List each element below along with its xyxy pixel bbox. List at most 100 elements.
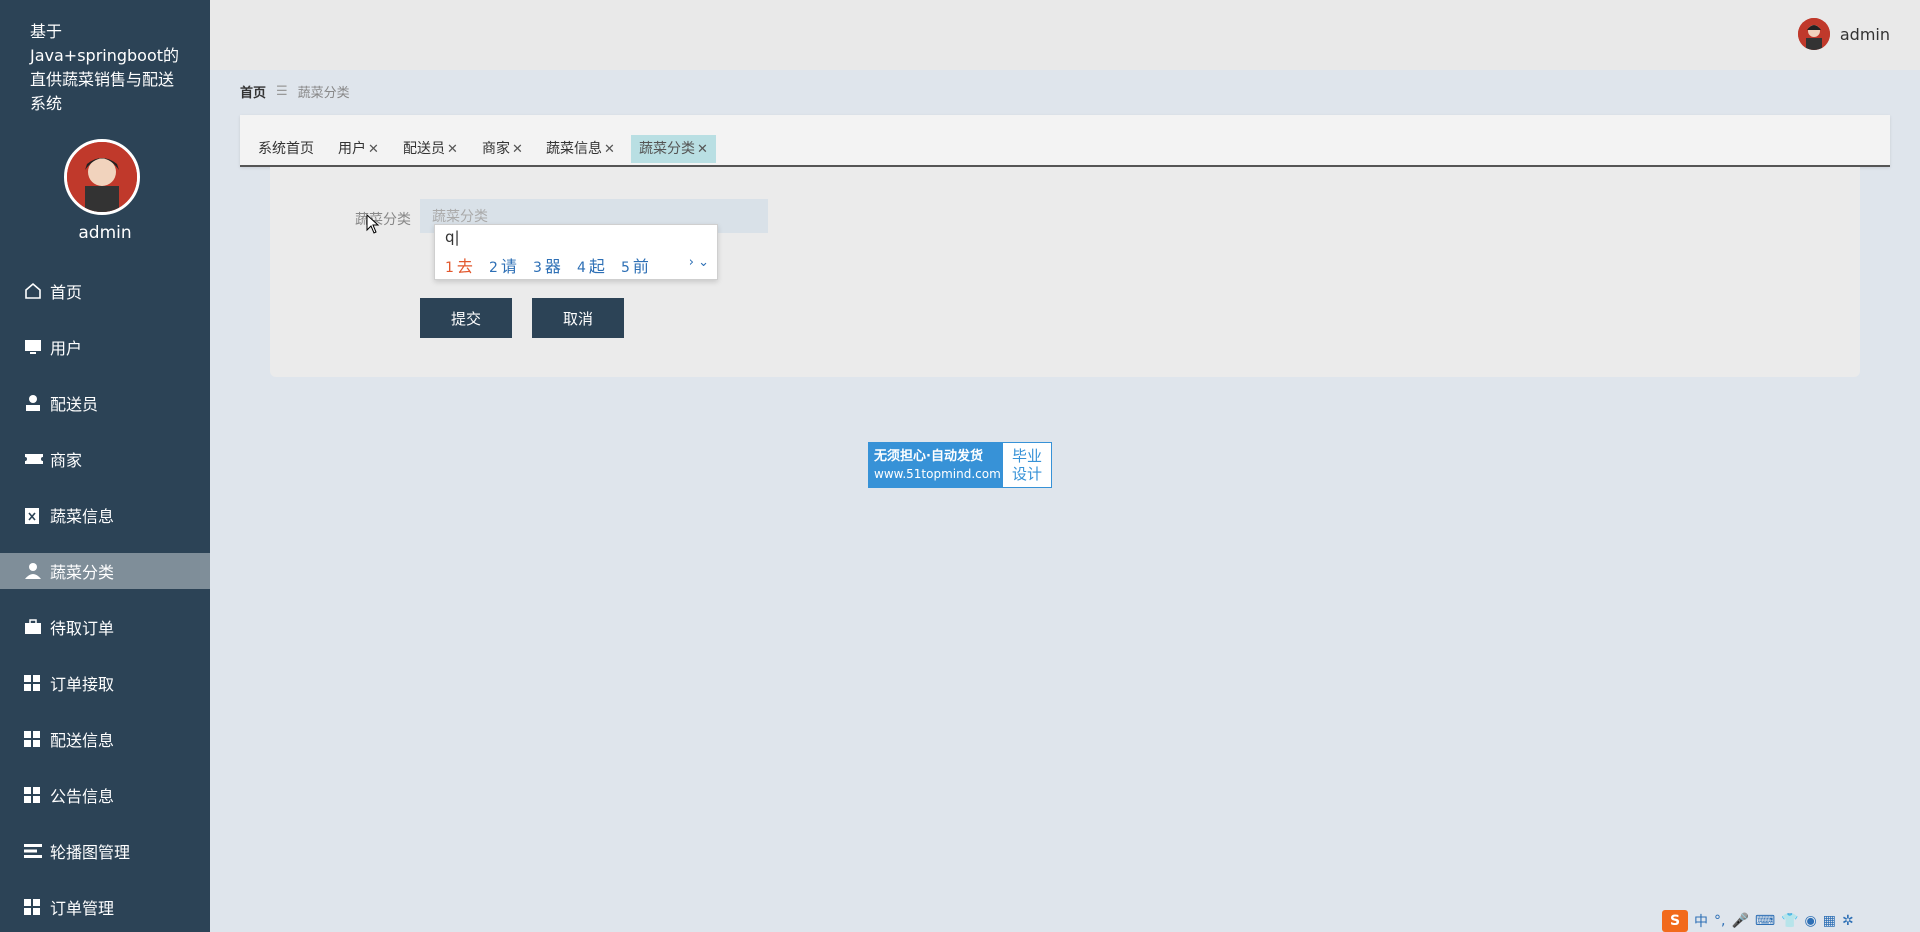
user-menu[interactable]: admin	[1797, 18, 1890, 50]
punctuation-icon[interactable]: °,	[1714, 913, 1725, 929]
sidebar-item-label: 待取订单	[50, 619, 115, 638]
grid-icon	[24, 673, 46, 693]
tab-couriers[interactable]: 配送员 ✕	[395, 135, 466, 163]
ticket-icon	[24, 449, 46, 469]
user-icon	[24, 393, 46, 413]
sidebar-item-label: 首页	[50, 283, 83, 302]
candidate-text: 去	[456, 257, 473, 276]
sidebar-item-label: 公告信息	[50, 787, 115, 806]
tab-label: 配送员	[403, 141, 445, 157]
close-icon[interactable]: ✕	[604, 142, 615, 157]
tab-bar: 系统首页 用户 ✕ 配送员 ✕ 商家 ✕ 蔬菜信息 ✕ 蔬菜分类 ✕	[240, 115, 1890, 167]
ime-composition-text: q	[445, 228, 455, 246]
ime-candidate[interactable]: 1去	[445, 253, 473, 277]
candidate-text: 起	[588, 257, 605, 276]
tab-label: 用户	[338, 141, 366, 157]
watermark-right: 毕业 设计	[1003, 443, 1051, 487]
close-icon[interactable]: ✕	[697, 142, 708, 157]
close-icon[interactable]: ✕	[512, 142, 523, 157]
tab-label: 蔬菜分类	[639, 141, 695, 157]
language-toggle[interactable]: 中	[1694, 911, 1708, 931]
sidebar-item-label: 轮播图管理	[50, 843, 131, 862]
ime-page-arrows[interactable]: › ⌄	[689, 255, 709, 270]
sidebar-item-delivery-info[interactable]: 配送信息	[0, 711, 210, 767]
toolbox-icon[interactable]: ▦	[1823, 913, 1836, 929]
watermark-line2: www.51topmind.com	[874, 467, 1001, 481]
tab-label: 商家	[482, 141, 510, 157]
mouse-cursor-icon	[366, 214, 380, 234]
sidebar-item-label: 用户	[50, 339, 83, 358]
sidebar-item-users[interactable]: 用户	[0, 319, 210, 375]
close-icon[interactable]: ✕	[368, 142, 379, 157]
chevron-right-icon[interactable]: ›	[689, 255, 694, 270]
sogou-logo-icon[interactable]: S	[1662, 910, 1688, 932]
sidebar-item-merchants[interactable]: 商家	[0, 431, 210, 487]
sidebar-item-home[interactable]: 首页	[0, 263, 210, 319]
sidebar-item-vegetable-info[interactable]: 蔬菜信息	[0, 487, 210, 543]
sidebar-item-label: 配送信息	[50, 731, 115, 750]
sidebar: 基于Java+springboot的直供蔬菜销售与配送系统 admin 首页 用…	[0, 0, 210, 932]
candidate-index: 3	[533, 260, 542, 276]
tab-label: 系统首页	[258, 141, 314, 157]
cancel-button[interactable]: 取消	[532, 298, 624, 338]
ime-candidate[interactable]: 3器	[533, 253, 561, 277]
breadcrumb-current: 蔬菜分类	[297, 86, 350, 101]
grid-icon	[24, 729, 46, 749]
sidebar-item-label: 商家	[50, 451, 83, 470]
sidebar-username: admin	[78, 223, 132, 243]
sidebar-item-label: 配送员	[50, 395, 99, 414]
briefcase-icon	[24, 617, 46, 637]
sidebar-item-couriers[interactable]: 配送员	[0, 375, 210, 431]
watermark-left: 无须担心·自动发货 www.51topmind.com	[869, 443, 1003, 487]
sidebar-item-announcements[interactable]: 公告信息	[0, 767, 210, 823]
settings-icon[interactable]: ✲	[1842, 913, 1854, 929]
sidebar-item-order-pickup[interactable]: 订单接取	[0, 655, 210, 711]
topbar-username: admin	[1839, 24, 1890, 44]
sidebar-item-order-management[interactable]: 订单管理	[0, 879, 210, 932]
tab-vegetable-info[interactable]: 蔬菜信息 ✕	[538, 135, 623, 163]
ime-candidate[interactable]: 5前	[621, 253, 649, 277]
category-field-label: 蔬菜分类	[355, 212, 411, 228]
sidebar-item-label: 订单管理	[50, 899, 115, 918]
home-icon	[24, 281, 46, 301]
submit-button[interactable]: 提交	[420, 298, 512, 338]
tab-label: 蔬菜信息	[546, 141, 602, 157]
clipboard-icon	[24, 505, 46, 525]
system-title: 基于Java+springboot的直供蔬菜销售与配送系统	[30, 22, 180, 113]
tab-vegetable-category[interactable]: 蔬菜分类 ✕	[631, 135, 716, 163]
candidate-index: 1	[445, 260, 454, 276]
breadcrumb-separator: ☰	[276, 84, 288, 99]
keyboard-icon[interactable]: ⌨	[1755, 913, 1775, 929]
grid-icon	[24, 897, 46, 917]
ime-candidate[interactable]: 2请	[489, 253, 517, 277]
ime-candidate-window: q| 1去 2请 3器 4起 5前 › ⌄	[434, 224, 718, 280]
sidebar-item-pending-orders[interactable]: 待取订单	[0, 599, 210, 655]
candidate-text: 前	[632, 257, 649, 276]
robot-icon[interactable]: ◉	[1805, 913, 1817, 929]
tab-system-home[interactable]: 系统首页	[250, 135, 322, 163]
watermark-badge: 无须担心·自动发货 www.51topmind.com 毕业 设计	[868, 442, 1052, 488]
candidate-index: 2	[489, 260, 498, 276]
candidate-index: 5	[621, 260, 630, 276]
close-icon[interactable]: ✕	[447, 142, 458, 157]
watermark-right2: 设计	[1011, 465, 1042, 483]
avatar[interactable]	[64, 139, 140, 215]
sidebar-item-label: 蔬菜分类	[50, 563, 115, 582]
sidebar-item-carousel[interactable]: 轮播图管理	[0, 823, 210, 879]
tab-merchants[interactable]: 商家 ✕	[474, 135, 531, 163]
tab-users[interactable]: 用户 ✕	[330, 135, 387, 163]
sidebar-item-label: 蔬菜信息	[50, 507, 115, 526]
ime-composition: q|	[445, 228, 460, 246]
avatar[interactable]	[1797, 18, 1830, 50]
skin-icon[interactable]: 👕	[1781, 913, 1798, 929]
candidate-index: 4	[577, 260, 586, 276]
candidate-text: 请	[500, 257, 517, 276]
ime-candidate[interactable]: 4起	[577, 253, 605, 277]
chevron-down-icon[interactable]: ⌄	[698, 255, 709, 270]
grid-icon	[24, 785, 46, 805]
sidebar-item-vegetable-category[interactable]: 蔬菜分类	[0, 553, 210, 589]
watermark-line1: 无须担心·自动发货	[874, 449, 983, 464]
microphone-icon[interactable]: 🎤	[1731, 913, 1748, 929]
sidebar-item-label: 订单接取	[50, 675, 115, 694]
breadcrumb-home[interactable]: 首页	[240, 82, 266, 101]
